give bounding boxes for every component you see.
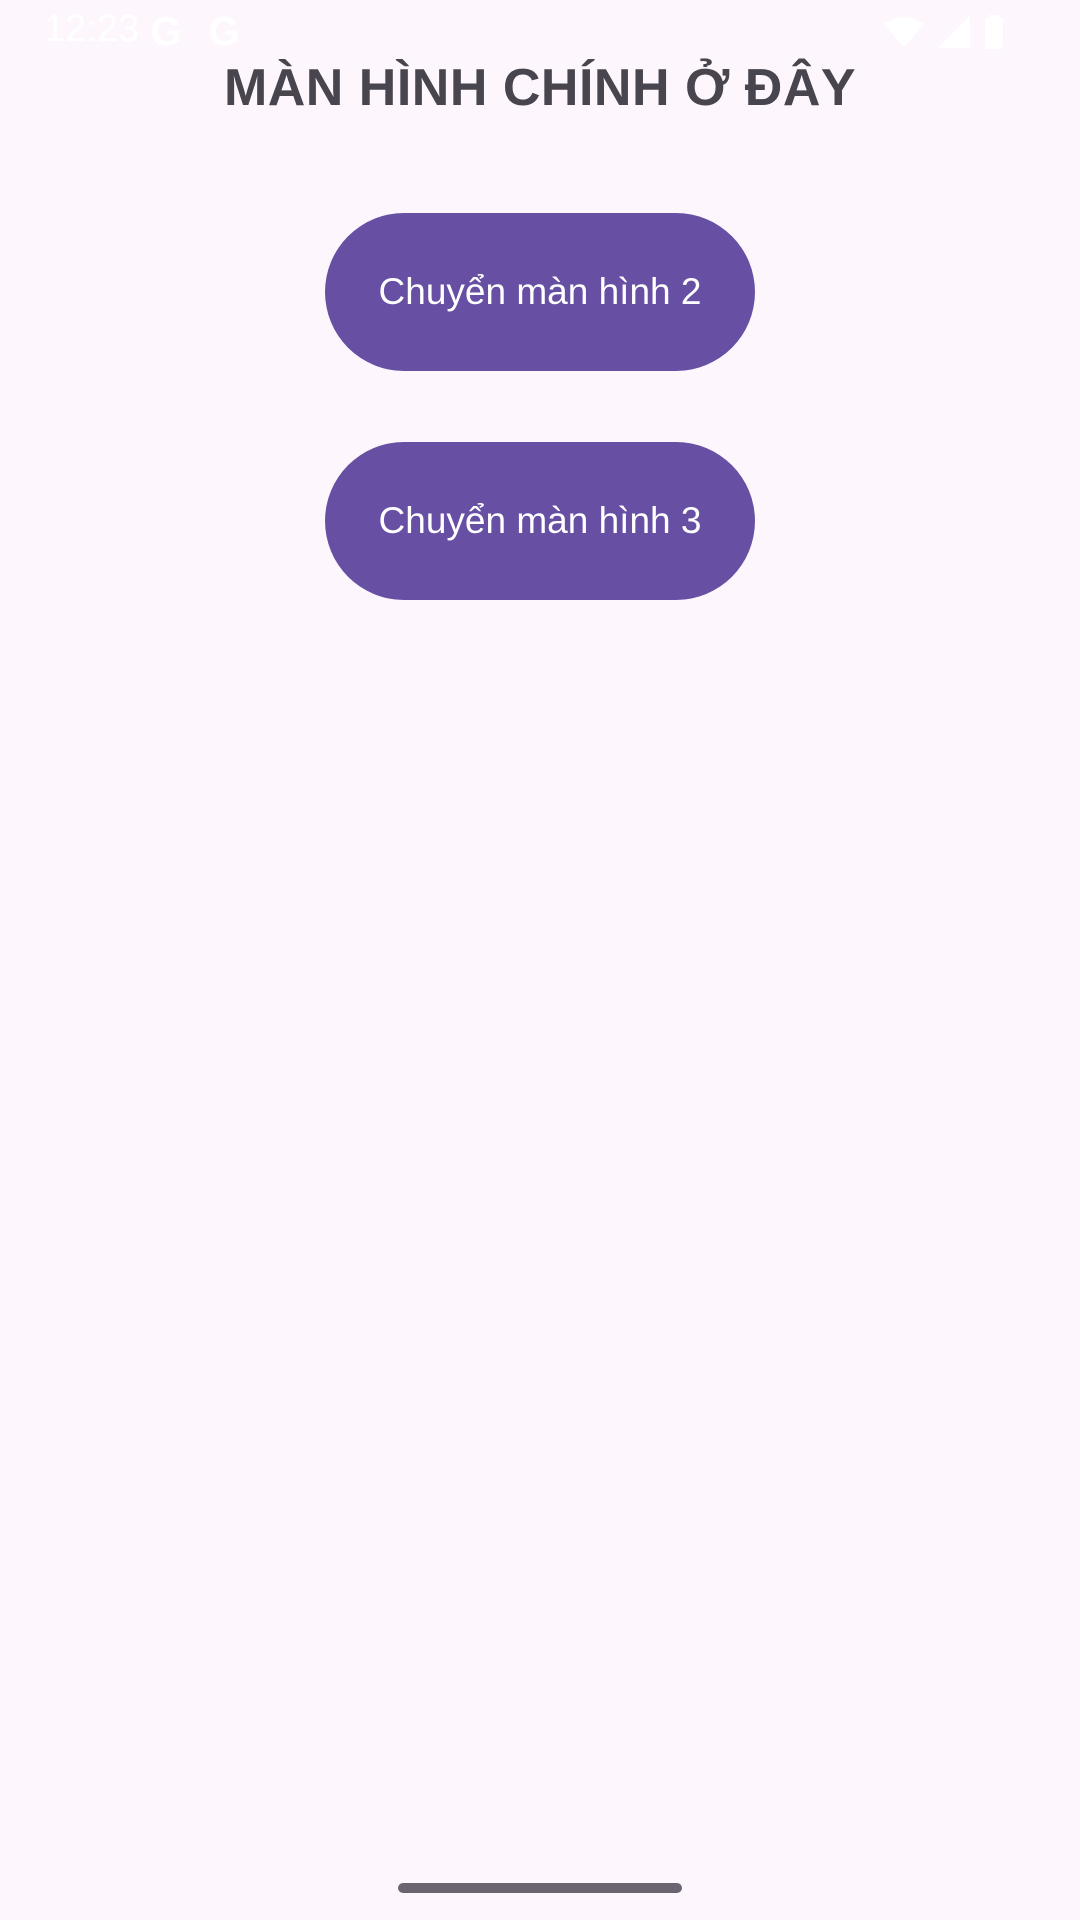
button-label: Chuyển màn hình 3: [378, 500, 702, 541]
wifi-icon: [884, 17, 924, 47]
google-g-icon: G: [208, 10, 240, 54]
cell-signal-icon: [938, 16, 970, 48]
status-bar: 12:23 G G: [0, 0, 1080, 64]
button-label: Chuyển màn hình 2: [378, 271, 702, 312]
home-indicator[interactable]: [398, 1883, 682, 1893]
go-to-screen-2-button[interactable]: Chuyển màn hình 2: [325, 213, 755, 371]
battery-icon: [985, 15, 1003, 49]
status-time: 12:23: [44, 8, 140, 50]
system-status-icons: [884, 14, 1004, 50]
go-to-screen-3-button[interactable]: Chuyển màn hình 3: [325, 442, 755, 600]
google-g-icon: G: [150, 10, 182, 54]
page-title: MÀN HÌNH CHÍNH Ở ĐÂY: [223, 59, 857, 117]
